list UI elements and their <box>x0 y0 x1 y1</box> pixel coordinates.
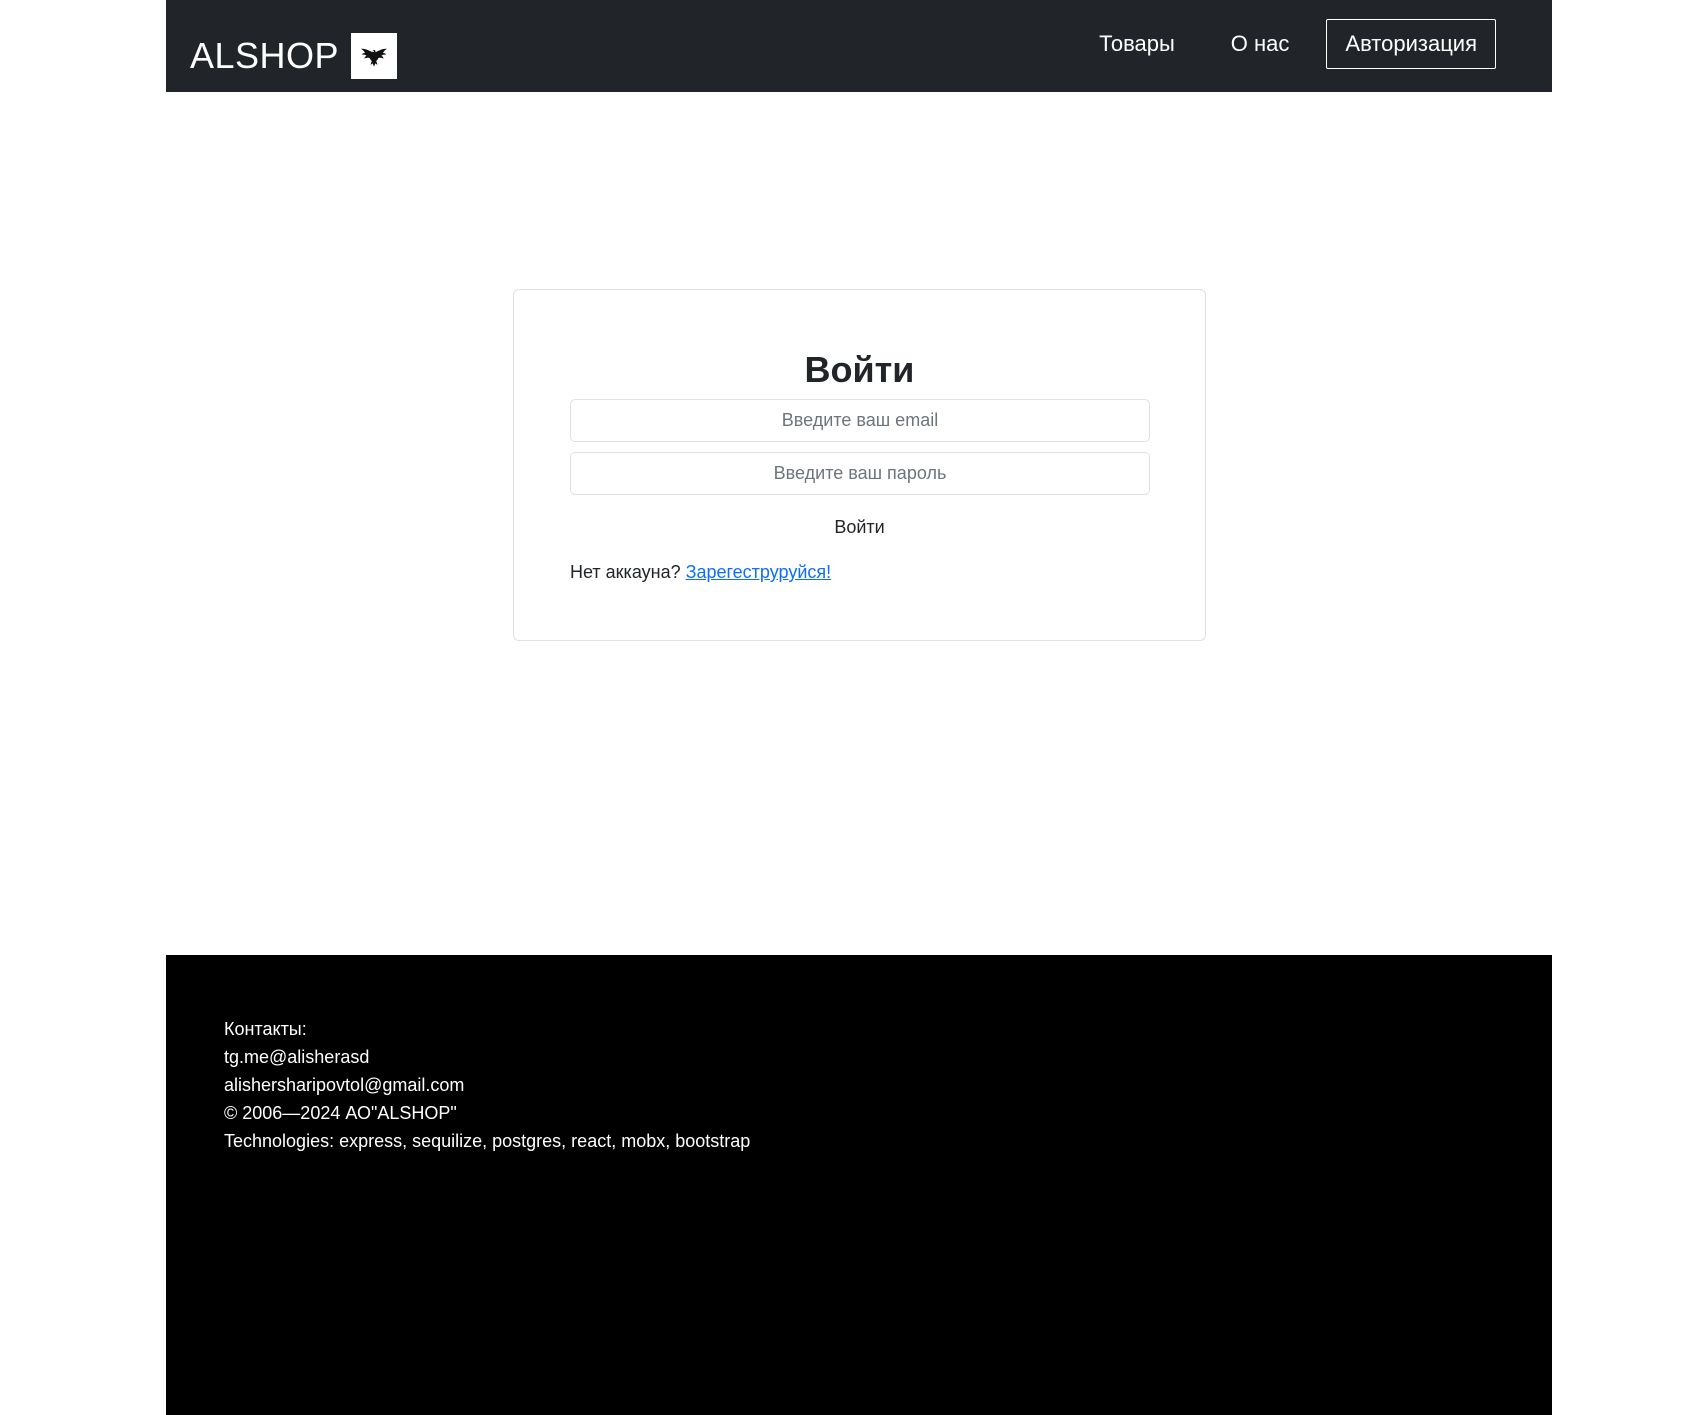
footer-contacts: Контакты: tg.me@alisherasd alishersharip… <box>224 1015 750 1155</box>
register-link[interactable]: Зарегеструруйся! <box>686 562 832 582</box>
main-nav: Товары О нас Авторизация <box>1099 19 1496 69</box>
brand-name: ALSHOP <box>190 35 340 76</box>
copyright: © 2006—2024 АО"ALSHOP" <box>224 1103 457 1123</box>
email-contact: alishersharipovtol@gmail.com <box>224 1075 465 1095</box>
signup-row: Нет аккауна? Зарегеструруйся! <box>570 560 831 584</box>
technologies: Technologies: express, sequilize, postgr… <box>224 1131 751 1151</box>
nav-link-about[interactable]: О нас <box>1231 19 1290 69</box>
nav-link-products[interactable]: Товары <box>1099 19 1175 69</box>
page: ALSHOP Товары О нас Авторизация Войти Во… <box>166 0 1552 1415</box>
login-card: Войти Войти Нет аккауна?Зарегеструруйся! <box>513 289 1206 641</box>
telegram-contact: tg.me@alisherasd <box>224 1047 370 1067</box>
no-account-text: Нет аккауна? <box>570 562 681 582</box>
password-input[interactable] <box>570 452 1150 495</box>
login-submit-button[interactable]: Войти <box>800 512 920 542</box>
eagle-icon <box>351 33 398 79</box>
footer: Контакты: tg.me@alisherasd alishersharip… <box>166 955 1552 1415</box>
navbar: ALSHOP Товары О нас Авторизация <box>166 0 1552 92</box>
auth-button[interactable]: Авторизация <box>1326 19 1496 69</box>
login-title: Войти <box>804 349 915 390</box>
email-input[interactable] <box>570 399 1150 442</box>
contacts-label: Контакты: <box>224 1019 307 1039</box>
brand-link[interactable]: ALSHOP <box>190 32 398 80</box>
